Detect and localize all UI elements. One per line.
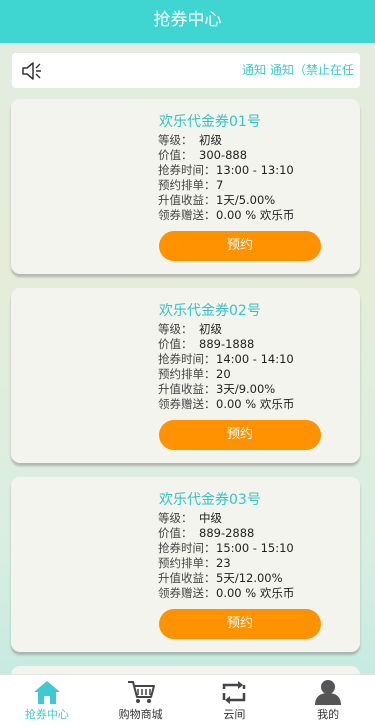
coupon-gift-row: 领券赠送：0.00 % 欢乐币 [158, 586, 295, 600]
coupon-title: 欢乐代金券03号 [159, 492, 261, 508]
tab-cloud[interactable]: 云间 [188, 675, 282, 728]
coupon-value: 889-1888 [199, 337, 255, 351]
coupon-card: 欢乐代金券02号 等级： 初级 价值： 889-1888 抢券时间：14:00 - … [11, 288, 360, 463]
coupon-time-row: 抢券时间：15:00 - 15:10 [158, 541, 294, 555]
tab-label: 抢券中心 [24, 708, 69, 721]
reserve-button[interactable]: 预约 [159, 231, 321, 261]
bottom-tab-bar: 抢券中心 购物商城 云间 我的 [0, 674, 375, 728]
coupon-time-row: 抢券时间：14:00 - 14:10 [158, 352, 294, 366]
coupon-yield: 5天/12.00% [216, 571, 283, 585]
coupon-level: 初级 [199, 322, 222, 336]
notice-text: 通知 通知（禁止在任 [242, 63, 354, 77]
tab-shop[interactable]: 购物商城 [94, 675, 188, 728]
cart-icon [127, 681, 155, 703]
user-icon [315, 680, 342, 705]
coupon-level: 初级 [199, 133, 222, 147]
coupon-gift: 0.00 % 欢乐币 [216, 208, 295, 222]
coupon-yield-row: 升值收益：1天/5.00% [158, 193, 276, 207]
coupon-gift-row: 领券赠送：0.00 % 欢乐币 [158, 208, 295, 222]
coupon-value-row: 价值： 300-888 [158, 148, 248, 162]
coupon-time: 13:00 - 13:10 [216, 163, 294, 177]
coupon-title: 欢乐代金券02号 [159, 303, 261, 319]
coupon-gift: 0.00 % 欢乐币 [216, 586, 295, 600]
tab-label: 我的 [317, 708, 340, 721]
coupon-queue-row: 预约排单：23 [158, 556, 231, 570]
notice-bar[interactable]: 通知 通知（禁止在任 [12, 53, 360, 88]
coupon-value-row: 价值： 889-2888 [158, 526, 255, 540]
coupon-yield: 3天/9.00% [216, 382, 276, 396]
coupon-level-row: 等级： 初级 [158, 322, 222, 336]
coupon-value: 300-888 [199, 148, 248, 162]
tab-label: 云间 [223, 708, 246, 721]
coupon-level-row: 等级： 初级 [158, 133, 222, 147]
reserve-button[interactable]: 预约 [159, 420, 321, 450]
coupon-yield-row: 升值收益：3天/9.00% [158, 382, 276, 396]
coupon-queue: 23 [216, 556, 231, 570]
tab-mine[interactable]: 我的 [281, 675, 375, 728]
speaker-icon [22, 62, 41, 80]
home-icon [33, 681, 60, 704]
coupon-title: 欢乐代金券01号 [159, 114, 261, 130]
coupon-level-row: 等级： 中级 [158, 511, 222, 525]
coupon-card: 欢乐代金券03号 等级： 中级 价值： 889-2888 抢券时间：15:00 - … [11, 477, 360, 652]
coupon-time: 14:00 - 14:10 [216, 352, 294, 366]
coupon-yield: 1天/5.00% [216, 193, 276, 207]
coupon-queue: 7 [216, 178, 224, 192]
coupon-value: 889-2888 [199, 526, 255, 540]
reserve-button[interactable]: 预约 [159, 609, 321, 639]
coupon-card: 欢乐代金券01号 等级： 初级 价值： 300-888 抢券时间：13:00 - 1… [11, 99, 360, 274]
coupon-gift: 0.00 % 欢乐币 [216, 397, 295, 411]
coupon-queue-row: 预约排单：20 [158, 367, 231, 381]
tab-label: 购物商城 [118, 708, 163, 721]
coupon-level: 中级 [199, 511, 222, 525]
page-title: 抢券中心 [0, 0, 375, 43]
coupon-time-row: 抢券时间：13:00 - 13:10 [158, 163, 294, 177]
coupon-gift-row: 领券赠送：0.00 % 欢乐币 [158, 397, 295, 411]
coupon-queue: 20 [216, 367, 231, 381]
exchange-icon [223, 681, 246, 704]
tab-coupon-center[interactable]: 抢券中心 [0, 675, 94, 728]
coupon-value-row: 价值： 889-1888 [158, 337, 255, 351]
coupon-yield-row: 升值收益：5天/12.00% [158, 571, 283, 585]
coupon-queue-row: 预约排单：7 [158, 178, 224, 192]
coupon-time: 15:00 - 15:10 [216, 541, 294, 555]
